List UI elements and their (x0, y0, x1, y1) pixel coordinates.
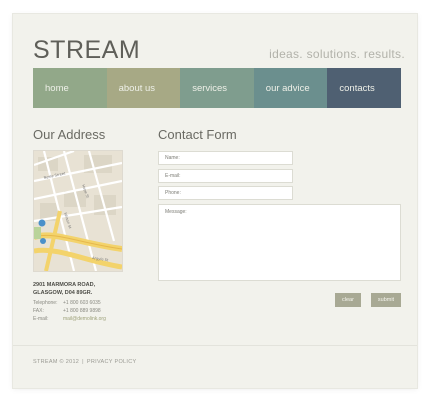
nav-item-home[interactable]: home (33, 68, 107, 108)
main-navigation: home about us services our advice contac… (33, 68, 401, 108)
nav-item-contacts[interactable]: contacts (327, 68, 401, 108)
site-logo[interactable]: STREAM (33, 36, 140, 65)
clear-button[interactable]: clear (335, 293, 361, 307)
site-tagline: ideas. solutions. results. (269, 47, 405, 61)
footer-divider (13, 345, 417, 346)
contact-form-title: Contact Form (158, 127, 237, 142)
fax-label: FAX: (33, 308, 44, 314)
footer: STREAM © 2012 | PRIVACY POLICY (33, 359, 136, 365)
nav-item-label: home (45, 82, 69, 94)
page-frame: STREAM ideas. solutions. results. home a… (13, 14, 417, 388)
privacy-policy-link[interactable]: PRIVACY POLICY (87, 359, 137, 365)
submit-button[interactable]: submit (371, 293, 401, 307)
email-row: E-mail: mail@demolink.org (33, 316, 143, 322)
address-street: 2901 MARMORA ROAD, (33, 282, 96, 288)
phone-field[interactable]: Phone: (158, 186, 293, 200)
nav-item-about-us[interactable]: about us (106, 68, 181, 108)
telephone-label: Telephone: (33, 300, 58, 306)
email-field[interactable]: E-mail: (158, 169, 293, 183)
fax-value: +1 800 889 9898 (63, 308, 101, 314)
telephone-value: +1 800 603 6035 (63, 300, 101, 306)
address-city: GLASGOW, D04 89GR. (33, 290, 93, 296)
nav-item-label: services (192, 82, 228, 94)
message-field[interactable]: Message: (158, 204, 401, 281)
name-field[interactable]: Name: (158, 151, 293, 165)
nav-item-label: our advice (265, 82, 310, 94)
nav-item-label: about us (118, 82, 156, 94)
fax-row: FAX: +1 800 889 9898 (33, 308, 143, 314)
location-map[interactable]: Nesle Street Hope St Wilson St Argyle St (33, 150, 123, 272)
footer-separator: | (82, 359, 84, 365)
nav-item-our-advice[interactable]: our advice (253, 68, 328, 108)
footer-copyright: STREAM © 2012 (33, 359, 80, 365)
email-label: E-mail: (33, 316, 49, 322)
telephone-row: Telephone: +1 800 603 6035 (33, 300, 143, 306)
address-title: Our Address (33, 127, 106, 142)
email-link[interactable]: mail@demolink.org (63, 316, 106, 322)
nav-item-services[interactable]: services (180, 68, 254, 108)
nav-item-label: contacts (339, 82, 375, 94)
map-graphic: Nesle Street Hope St Wilson St Argyle St (34, 151, 122, 271)
